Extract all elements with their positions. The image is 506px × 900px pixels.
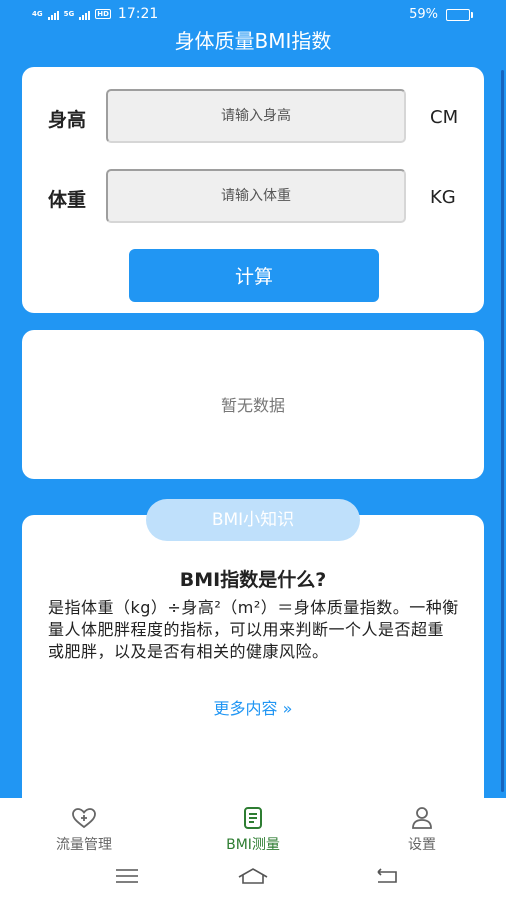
height-input[interactable] [106, 89, 406, 143]
network-type-1: 4G [32, 9, 43, 18]
weight-label: 体重 [48, 189, 87, 211]
home-icon[interactable] [236, 866, 270, 886]
result-card: 暂无数据 [22, 330, 484, 479]
signal-icon-2 [79, 9, 91, 20]
network-type-2: 5G [63, 9, 75, 18]
battery-percent: 59% [409, 7, 438, 22]
tab-label: 流量管理 [56, 837, 112, 853]
height-label: 身高 [48, 109, 87, 131]
no-data-text: 暂无数据 [220, 396, 285, 415]
knowledge-badge: BMI小知识 [146, 499, 360, 541]
knowledge-body: 是指体重（kg）÷身高²（m²）＝身体质量指数。一种衡量人体肥胖程度的指标，可以… [48, 598, 459, 661]
weight-row: 体重 KG [22, 169, 484, 229]
page-title: 身体质量BMI指数 [174, 29, 332, 53]
height-unit: CM [430, 107, 459, 128]
calculate-button[interactable]: 计算 [129, 249, 379, 302]
heart-plus-icon [72, 808, 96, 829]
more-content-link[interactable]: 更多内容 » [22, 695, 484, 719]
status-left: 4G 5G HD 17:21 [32, 6, 158, 22]
document-icon [244, 807, 262, 829]
tab-traffic-management[interactable]: 流量管理 [0, 806, 168, 854]
knowledge-card: BMI指数是什么? 是指体重（kg）÷身高²（m²）＝身体质量指数。一种衡量人体… [22, 515, 484, 815]
tab-label: 设置 [408, 837, 436, 853]
hd-voice-badge: HD [95, 9, 111, 19]
battery-icon [446, 8, 473, 21]
weight-input[interactable] [106, 169, 406, 223]
tab-settings[interactable]: 设置 [338, 806, 506, 854]
menu-icon[interactable] [114, 866, 140, 886]
back-icon[interactable] [372, 866, 400, 886]
height-row: 身高 CM [22, 89, 484, 149]
knowledge-title: BMI指数是什么? [179, 569, 327, 591]
weight-unit: KG [430, 187, 456, 208]
person-icon [412, 807, 432, 829]
status-time: 17:21 [117, 6, 159, 22]
input-card: 身高 CM 体重 KG 计算 [22, 67, 484, 313]
system-nav-bar [0, 858, 506, 898]
status-right: 59% [409, 7, 473, 22]
signal-icon [47, 9, 59, 20]
tab-bmi-measure[interactable]: BMI测量 [169, 806, 337, 854]
tab-label: BMI测量 [226, 837, 280, 853]
scrollbar[interactable] [501, 70, 504, 792]
